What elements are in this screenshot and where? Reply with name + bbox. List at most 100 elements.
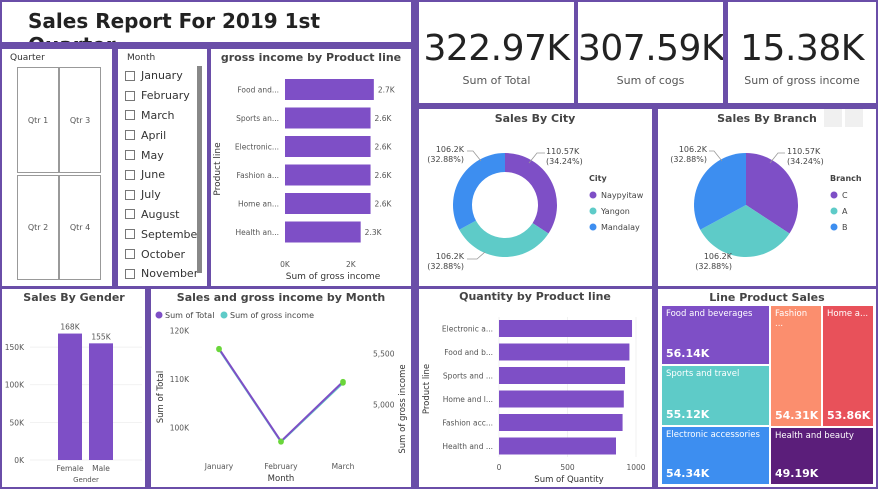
x-tick-label: Male [92,464,110,473]
bar [499,437,616,455]
data-label: 106.2K [436,252,465,261]
treemap-value: 49.19K [775,467,819,480]
month-item-january[interactable]: January [125,66,203,86]
x-tick-label: January [204,462,234,471]
checkbox[interactable] [125,150,135,161]
data-label: (32.88%) [695,262,732,271]
treemap-cell-sports[interactable]: Sports and travel 55.12K [661,365,770,426]
month-item-may[interactable]: May [125,145,203,165]
month-item-march[interactable]: March [125,106,203,126]
month-item-august[interactable]: August [125,205,203,225]
x-tick-label: 0K [280,260,291,269]
checkbox[interactable] [125,189,135,200]
data-label: 2.3K [365,228,383,237]
chart-title: Sales By City [495,112,576,125]
chart-title: Sales By Branch [717,112,817,125]
checkbox[interactable] [125,209,135,220]
point-total [340,378,346,385]
y-tick-label: 50K [10,418,26,427]
treemap-title: Line Product Sales [709,291,825,304]
quarter-tile-qtr3[interactable]: Qtr 3 [59,67,101,173]
pie-slice [459,220,549,257]
category-label: Food and b... [444,348,493,357]
treemap-cell-food[interactable]: Food and beverages 56.14K [661,305,770,365]
data-label: 110.57K [787,147,821,156]
bar [58,333,82,460]
checkbox[interactable] [125,110,135,121]
legend-marker [830,223,838,231]
month-item-april[interactable]: April [125,125,203,145]
month-item-label: May [141,148,164,162]
month-item-label: February [141,89,190,103]
bar [285,221,361,243]
month-item-october[interactable]: October [125,244,203,264]
bar [285,136,371,157]
month-item-september[interactable]: September [125,224,203,244]
checkbox[interactable] [125,70,135,81]
checkbox[interactable] [125,130,135,141]
leader-line [467,251,486,260]
month-item-label: November [141,267,199,281]
data-label: (34.24%) [787,157,824,166]
y-tick-label: 110K [170,375,190,384]
treemap-label: Home a... [827,309,869,319]
focus-mode-icon[interactable] [824,109,842,127]
legend-marker [830,207,838,215]
x-tick-label: 500 [560,463,575,472]
bar [499,320,633,337]
chart-title: Sales By Gender [23,291,125,304]
data-label: 106.2K [679,145,708,154]
x-axis-title: Sum of gross income [286,272,381,282]
legend-marker [220,311,228,319]
bar [285,107,371,129]
chart-gross-income-by-product: gross income by Product line Product line… [211,49,411,286]
treemap-cell-fashion[interactable]: Fashion ... 54.31K [770,305,822,427]
treemap-cell-health[interactable]: Health and beauty 49.19K [770,427,874,485]
month-item-label: June [141,168,165,182]
quarter-tile-qtr2[interactable]: Qtr 2 [17,175,59,280]
legend-label: B [842,223,848,232]
data-label: 155K [91,332,111,341]
treemap-cell-electronic[interactable]: Electronic accessories 54.34K [661,426,770,485]
legend-marker [589,191,597,199]
data-label: 2.7K [378,86,396,95]
chart-title: gross income by Product line [221,51,401,64]
treemap-label: Food and beverages [666,309,753,319]
category-label: Sports and ... [443,372,493,381]
x-axis-title: Gender [73,476,99,484]
month-list: January February March April May June Ju… [125,66,203,284]
checkbox[interactable] [125,268,135,279]
checkbox[interactable] [125,249,135,260]
category-label: Home an... [238,200,279,209]
bar [499,367,626,384]
month-item-july[interactable]: July [125,185,203,205]
checkbox[interactable] [125,90,135,101]
treemap-cell-home[interactable]: Home a... 53.86K [822,305,874,427]
quarter-tile-qtr1[interactable]: Qtr 1 [17,67,59,173]
month-slicer-scrollbar[interactable] [197,66,202,273]
legend-label: A [842,207,848,216]
category-label: Health an... [235,228,279,237]
leader-line [467,150,482,162]
category-label: Fashion acc... [442,419,493,428]
month-item-label: January [141,69,183,83]
data-label: 2.6K [375,171,393,180]
series-line-total [218,348,344,443]
month-item-february[interactable]: February [125,86,203,106]
category-label: Electronic... [235,143,279,152]
month-item-june[interactable]: June [125,165,203,185]
data-label: 106.2K [436,145,465,154]
more-options-icon[interactable] [845,109,863,127]
chart-sales-by-city: Sales By City 110.57K (34.24%) 106.2K (32.88… [419,109,652,286]
data-label: (32.88%) [427,155,464,164]
quarter-tile-qtr4[interactable]: Qtr 4 [59,175,101,280]
checkbox[interactable] [125,169,135,180]
treemap-label: Fashion ... [775,309,808,329]
month-item-label: July [141,188,161,202]
pie-slice [453,153,505,230]
checkbox[interactable] [125,229,135,240]
leader-line [709,150,723,162]
chart-title: Quantity by Product line [459,290,611,303]
month-item-november[interactable]: November [125,264,203,284]
point-total [216,345,222,352]
